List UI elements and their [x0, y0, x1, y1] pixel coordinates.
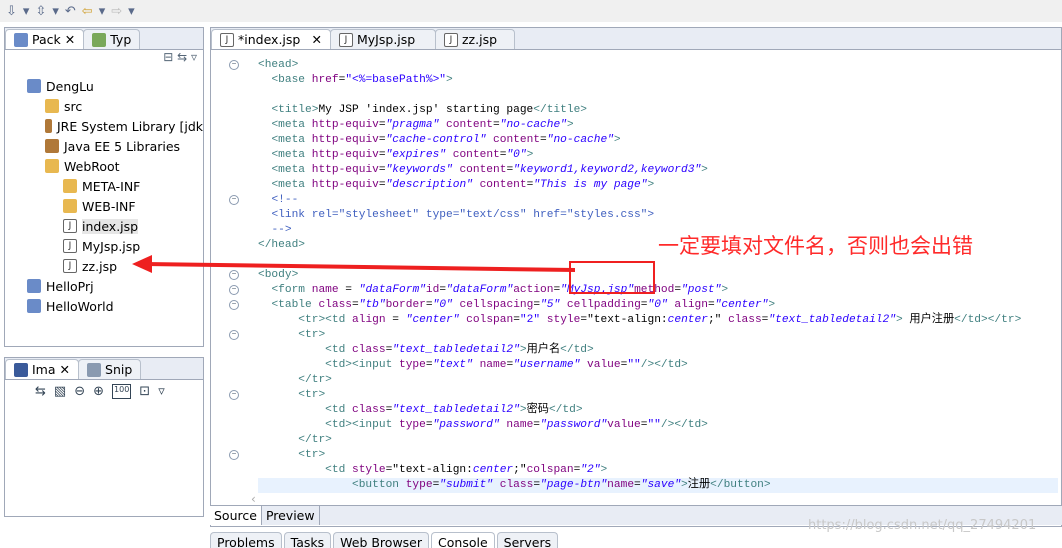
watermark: https://blog.csdn.net/qq_27494201 — [808, 518, 1037, 533]
annotation-arrow — [132, 255, 575, 273]
annotation-text: 一定要填对文件名，否则也会出错 — [658, 234, 973, 258]
